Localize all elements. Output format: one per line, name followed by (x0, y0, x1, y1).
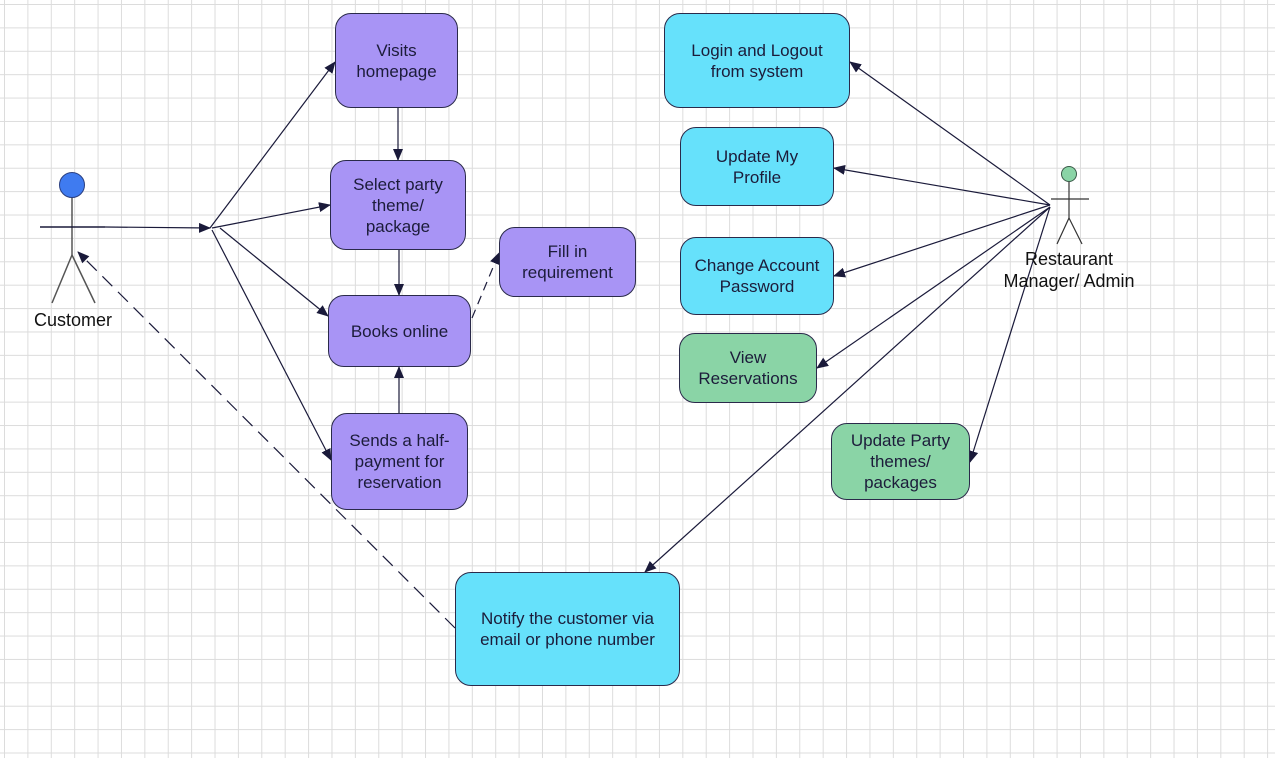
edge-customer-hub (104, 222, 211, 233)
usecase-sends-half-payment[interactable]: Sends a half- payment for reservation (331, 413, 468, 510)
usecase-select-party-theme[interactable]: Select party theme/ package (330, 160, 466, 250)
usecase-fill-requirement[interactable]: Fill in requirement (499, 227, 636, 297)
customer-actor-label: Customer (33, 310, 113, 330)
edge-books-fill (471, 252, 500, 319)
usecase-update-party-themes[interactable]: Update Party themes/ packages (831, 423, 970, 500)
usecase-view-reservations[interactable]: View Reservations (679, 333, 817, 403)
usecase-change-password[interactable]: Change Account Password (680, 237, 834, 315)
edge-hub-books (219, 227, 329, 317)
edge-admin-login (849, 61, 1051, 206)
admin-actor-label: Restaurant Manager/ Admin (1003, 249, 1135, 291)
edge-admin-profile (833, 164, 1051, 206)
diagram-canvas: Customer Restaurant Manager/ Admin Visit… (0, 0, 1275, 758)
admin-actor-icon (1051, 166, 1089, 245)
usecase-visits-homepage[interactable]: Visits homepage (335, 13, 458, 108)
usecase-login-logout[interactable]: Login and Logout from system (664, 13, 850, 108)
edge-admin-update-party (968, 206, 1051, 463)
usecase-books-online[interactable]: Books online (328, 295, 471, 367)
usecase-notify-customer[interactable]: Notify the customer via email or phone n… (455, 572, 680, 686)
edge-hub-sends (211, 229, 332, 461)
usecase-update-profile[interactable]: Update My Profile (680, 127, 834, 206)
edge-hub-visits (209, 61, 336, 229)
customer-actor-icon (40, 172, 105, 304)
edge-hub-select (211, 202, 331, 229)
